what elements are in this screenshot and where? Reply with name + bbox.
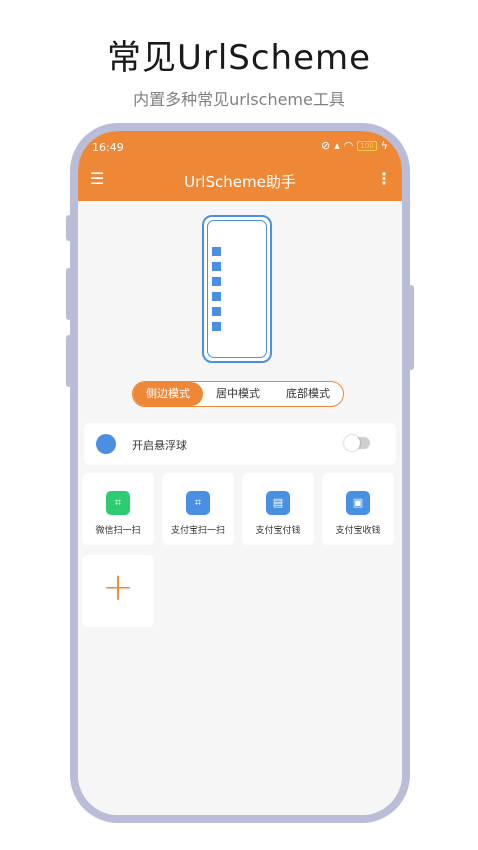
toggle-knob: [344, 435, 360, 451]
mode-preview-item: [212, 292, 221, 301]
shortcut-tile-alipay-scan[interactable]: ⌗ 支付宝扫一扫: [162, 473, 234, 545]
shortcut-label: 支付宝付钱: [255, 526, 301, 536]
main-content: 侧边模式 居中模式 底部模式 开启悬浮球 ⌗ 微信扫一扫 ⌗ 支付宝扫一扫 ▤ …: [78, 201, 402, 815]
phone-frame: 16:49 ⊘ ▴ ◠ 100 ϟ ☰ UrlScheme助手 ⋮ 侧边模式 居…: [70, 123, 410, 823]
status-icons: ⊘ ▴ ◠ 100 ϟ: [321, 139, 388, 152]
shortcut-tile-alipay-pay[interactable]: ▤ 支付宝付钱: [242, 473, 314, 545]
silent-icon: ⊘: [321, 139, 331, 152]
mode-preview-sidebar: [212, 247, 226, 331]
battery-icon: 100: [357, 140, 377, 151]
wifi-icon: ◠: [343, 139, 354, 152]
plus-icon: +: [102, 565, 134, 609]
alipay-scan-icon: ⌗: [186, 491, 210, 515]
promo-subtitle: 内置多种常见urlscheme工具: [133, 90, 345, 109]
floating-ball-row: 开启悬浮球: [84, 423, 396, 465]
mode-preview-item: [212, 307, 221, 316]
mode-selector: 侧边模式 居中模式 底部模式: [132, 381, 344, 407]
add-shortcut-button[interactable]: +: [82, 555, 154, 627]
shortcut-label: 微信扫一扫: [95, 526, 141, 536]
promo-title: 常见UrlScheme: [106, 38, 372, 78]
mode-preview-item: [212, 322, 221, 331]
floating-ball-toggle[interactable]: [344, 435, 370, 451]
mode-option-bottom[interactable]: 底部模式: [273, 382, 343, 406]
app-bar: ☰ UrlScheme助手 ⋮: [78, 159, 402, 201]
status-bar: 16:49 ⊘ ▴ ◠ 100 ϟ: [78, 131, 402, 159]
mode-preview-item: [212, 277, 221, 286]
floating-ball-icon: [96, 434, 116, 454]
shortcut-label: 支付宝收钱: [335, 526, 381, 536]
shortcut-tile-wechat-scan[interactable]: ⌗ 微信扫一扫: [82, 473, 154, 545]
charging-icon: ϟ: [380, 139, 388, 152]
mode-option-center[interactable]: 居中模式: [203, 382, 273, 406]
mode-preview-item: [212, 247, 221, 256]
alipay-receive-icon: ▣: [346, 491, 370, 515]
app-title: UrlScheme助手: [184, 173, 296, 191]
status-time: 16:49: [92, 141, 124, 154]
vertical-dots-icon[interactable]: ⋮: [376, 169, 392, 188]
signal-icon: ▴: [334, 139, 340, 152]
phone-screen: 16:49 ⊘ ▴ ◠ 100 ϟ ☰ UrlScheme助手 ⋮ 侧边模式 居…: [78, 131, 402, 815]
shortcut-label: 支付宝扫一扫: [170, 526, 225, 536]
mode-preview-item: [212, 262, 221, 271]
mode-option-side[interactable]: 侧边模式: [133, 382, 203, 406]
wechat-scan-icon: ⌗: [106, 491, 130, 515]
alipay-pay-icon: ▤: [266, 491, 290, 515]
shortcut-tile-alipay-receive[interactable]: ▣ 支付宝收钱: [322, 473, 394, 545]
floating-ball-label: 开启悬浮球: [132, 439, 187, 452]
mode-preview-phone: [202, 215, 272, 363]
